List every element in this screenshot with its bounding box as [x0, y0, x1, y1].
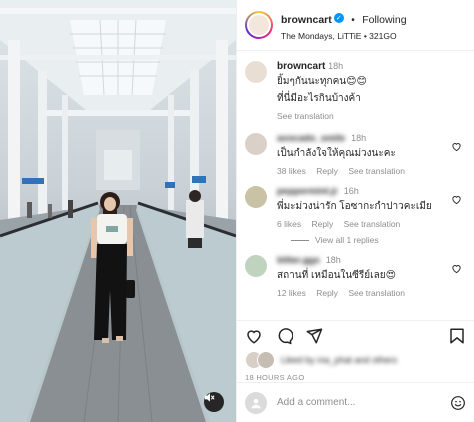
commenter-avatar[interactable] [245, 255, 267, 277]
caption-text-line2: ที่นี่มีอะไรกินบ้างค้า [277, 93, 361, 104]
volume-mute-icon[interactable] [204, 392, 224, 412]
airport-walkway-illustration [0, 0, 236, 422]
comment-row: peppermint.jr 16h พี่มะม่วงน่ารัก โอซากะก… [237, 186, 474, 229]
comment-text: พี่มะม่วงน่ารัก โอซากะกำปาวคะเมีย [277, 201, 432, 212]
heart-icon[interactable] [451, 141, 462, 152]
see-translation-link[interactable]: See translation [348, 166, 405, 176]
caption-row: browncart 18h ยิ้มๆกันนะทุกคน😊😊 ที่นี่มี… [237, 61, 474, 121]
comment-text: สถานที่ เหมือนในซีรีย์เลย😍 [277, 270, 396, 281]
author-username[interactable]: browncart [281, 14, 332, 26]
commenter-username[interactable]: bitter.ggs [277, 255, 320, 266]
post-photo[interactable] [0, 0, 236, 422]
caption-time: 18h [328, 61, 344, 71]
heart-icon[interactable] [451, 263, 462, 274]
add-comment-bar: Add a comment... [237, 382, 474, 422]
liked-by-text[interactable]: Liked by ma_phat and others [281, 355, 397, 365]
commenter-username[interactable]: peppermint.jr [277, 186, 338, 197]
caption-username[interactable]: browncart [277, 61, 325, 72]
audio-subtitle[interactable]: The Mondays, LiTTiE • 321GO [281, 31, 407, 41]
like-heart-icon[interactable] [245, 327, 263, 345]
commenter-avatar[interactable] [245, 133, 267, 155]
comment-row: avocado_smile 18h เป็นกำลังใจให้คุณม่วงนะ… [237, 133, 474, 176]
paper-plane-icon[interactable] [305, 327, 323, 345]
comment-likes[interactable]: 6 likes [277, 219, 301, 229]
bookmark-icon[interactable] [448, 327, 466, 345]
reply-button[interactable]: Reply [311, 219, 333, 229]
liked-by-summary[interactable]: Liked by ma_phat and others [245, 351, 466, 369]
post-side-panel: browncart ✓ • Following The Mondays, LiTT… [236, 0, 474, 422]
see-translation-link[interactable]: See translation [344, 219, 401, 229]
caption-avatar[interactable] [245, 61, 267, 83]
post-actions: Liked by ma_phat and others 18 HOURS AGO [237, 320, 474, 382]
following-button[interactable]: Following [362, 14, 406, 26]
post-header: browncart ✓ • Following The Mondays, LiTT… [237, 0, 474, 51]
comment-time: 18h [351, 133, 367, 143]
commenter-avatar[interactable] [245, 186, 267, 208]
current-user-avatar [245, 391, 267, 414]
comment-time: 18h [325, 255, 341, 265]
post-timestamp[interactable]: 18 HOURS AGO [245, 373, 466, 382]
add-comment-input[interactable]: Add a comment... [277, 397, 450, 408]
comment-likes[interactable]: 12 likes [277, 288, 306, 298]
instagram-post-modal: browncart ✓ • Following The Mondays, LiTT… [0, 0, 474, 422]
verified-badge-icon: ✓ [333, 13, 344, 24]
comment-bubble-icon[interactable] [275, 327, 293, 345]
comment-likes[interactable]: 38 likes [277, 166, 306, 176]
heart-icon[interactable] [451, 194, 462, 205]
reply-button[interactable]: Reply [316, 166, 338, 176]
comment-time: 16h [343, 186, 359, 196]
comment-text: เป็นกำลังใจให้คุณม่วงนะคะ [277, 148, 396, 159]
separator-dot: • [351, 14, 355, 26]
author-avatar[interactable] [245, 11, 273, 39]
view-replies-link[interactable]: View all 1 replies [291, 235, 474, 245]
smiley-icon[interactable] [450, 395, 466, 411]
liker-avatar [257, 351, 275, 369]
reply-button[interactable]: Reply [316, 288, 338, 298]
caption-text-line1: ยิ้มๆกันนะทุกคน😊😊 [277, 76, 367, 87]
see-translation-link[interactable]: See translation [348, 288, 405, 298]
comment-row: bitter.ggs 18h สถานที่ เหมือนในซีรีย์เลย😍… [237, 255, 474, 298]
commenter-username[interactable]: avocado_smile [277, 133, 345, 144]
caption-see-translation[interactable]: See translation [277, 111, 334, 121]
